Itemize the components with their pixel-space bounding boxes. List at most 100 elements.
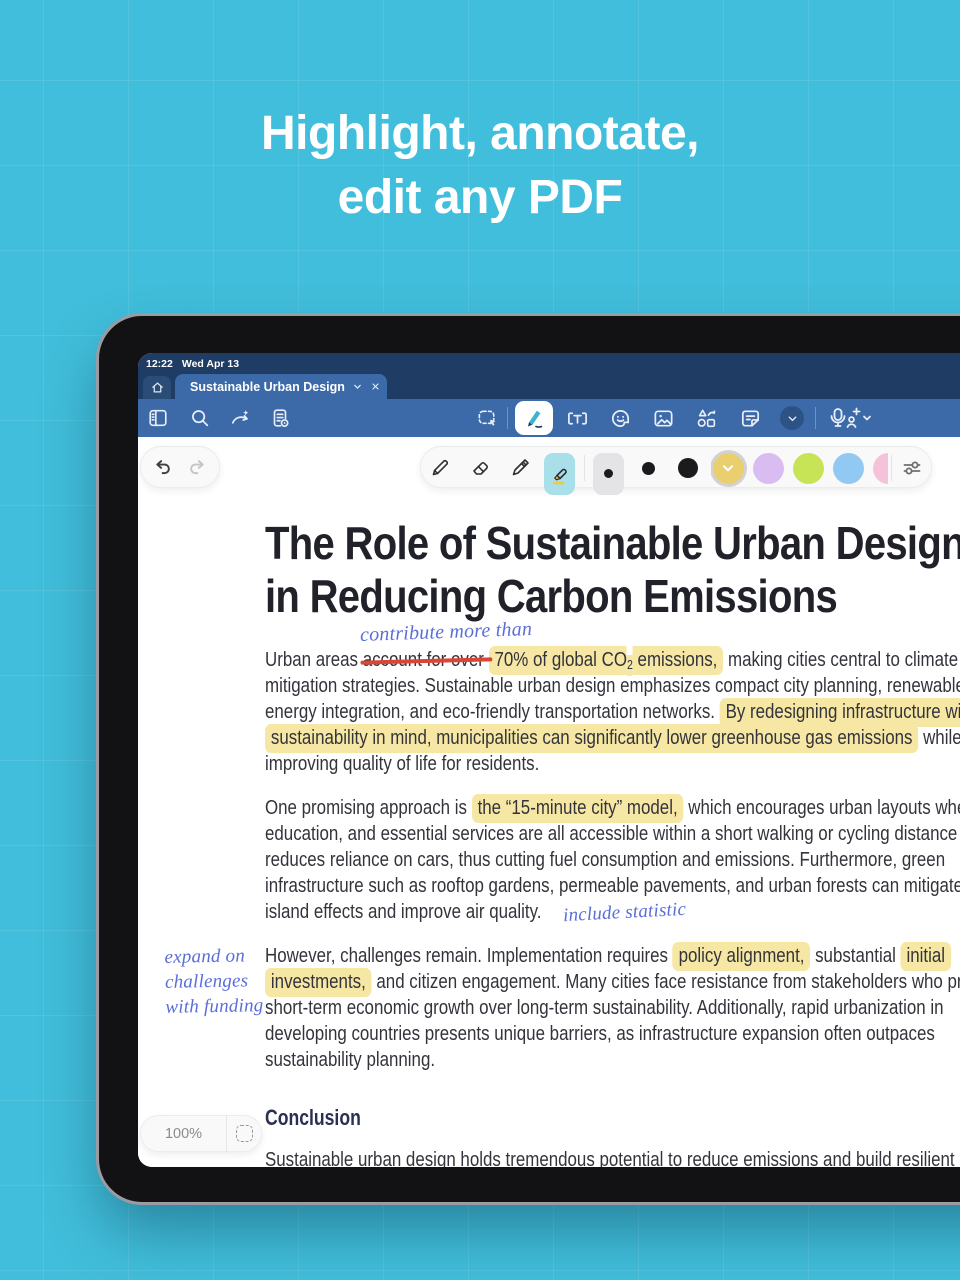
conclusion-heading: Conclusion: [265, 1105, 361, 1130]
sidebar-button[interactable]: [146, 406, 170, 430]
page-fit-button[interactable]: [227, 1125, 261, 1142]
doc-line: island effects and improve air quality.: [265, 901, 542, 923]
size-large[interactable]: [673, 447, 703, 489]
stroke-settings-button[interactable]: [895, 447, 929, 489]
text-tool-button[interactable]: [565, 406, 589, 430]
color-swatch-yellow[interactable]: [713, 452, 744, 484]
color-swatch-purple[interactable]: [753, 452, 784, 484]
redo-icon[interactable]: [186, 456, 208, 478]
doc-line: mitigation strategies. Sustainable urban…: [265, 675, 960, 697]
shapes-tool-button[interactable]: [694, 406, 718, 430]
paragraph: Urban areas account for over 70% of glob…: [265, 646, 960, 777]
document-area: The Role of Sustainable Urban Design in …: [138, 437, 960, 1167]
tab-close-icon[interactable]: [370, 381, 381, 392]
undo-redo-toolbar: [140, 446, 220, 488]
doc-line: However, challenges remain. Implementati…: [265, 942, 960, 971]
image-icon: [653, 409, 673, 427]
handwritten-margin-note: expand on challenges with funding: [164, 943, 263, 1020]
undo-icon[interactable]: [152, 456, 174, 478]
pen-tool-button-active[interactable]: [515, 401, 553, 435]
headline-line1: Highlight, annotate,: [261, 107, 699, 160]
doc-line: reduces reliance on cars, thus cutting f…: [265, 849, 946, 871]
annotation-toolbar: [420, 446, 932, 495]
doc-line: improving quality of life for residents.: [265, 753, 540, 775]
note-tool-button[interactable]: [738, 406, 762, 430]
main-toolbar: [138, 399, 960, 437]
reading-mode-button[interactable]: [268, 406, 292, 430]
status-date: Wed Apr 13: [181, 358, 240, 370]
tab-label: Sustainable Urban Design: [190, 379, 345, 394]
size-medium[interactable]: [634, 447, 662, 489]
tablet-device: 12:22 Wed Apr 13 Sustainable Urban Desig…: [96, 313, 960, 1205]
doc-line: education, and essential services are al…: [265, 823, 958, 845]
more-tools-button[interactable]: [780, 406, 804, 430]
zoom-value[interactable]: 100%: [141, 1126, 226, 1142]
annotation-divider: [584, 455, 585, 481]
note-line: challenges: [164, 970, 249, 993]
tune-sliders-icon: [903, 461, 921, 475]
record-audio-button[interactable]: [828, 406, 872, 430]
search-button[interactable]: [188, 406, 212, 430]
toolbar-divider: [815, 407, 816, 429]
fine-pen-icon: [512, 459, 529, 476]
home-icon: [151, 382, 163, 393]
status-bar: 12:22 Wed Apr 13: [138, 353, 960, 373]
chevron-down-icon[interactable]: [352, 381, 363, 392]
highlighter-icon: [552, 468, 567, 484]
size-small-active[interactable]: [593, 452, 624, 495]
tablet-screen: 12:22 Wed Apr 13 Sustainable Urban Desig…: [138, 353, 960, 1167]
headline-line2: edit any PDF: [337, 171, 623, 224]
note-icon: [741, 409, 759, 427]
status-time: 12:22: [146, 358, 173, 370]
shapes-icon: [697, 409, 715, 427]
document-view-icon: [273, 409, 289, 427]
ai-sparkle-arrow-icon: [231, 409, 248, 424]
color-swatch-pink[interactable]: [873, 452, 888, 484]
selected-check-icon: [722, 464, 734, 471]
tab-bar: Sustainable Urban Design: [138, 373, 960, 399]
doc-line: short-term economic growth over long-ter…: [265, 997, 944, 1019]
toolbar-divider: [507, 407, 508, 429]
paragraph: However, challenges remain. Implementati…: [265, 942, 960, 1073]
home-button[interactable]: [143, 376, 171, 399]
doc-line: Urban areas account for over 70% of glob…: [265, 646, 960, 676]
search-icon: [192, 410, 209, 427]
pen-icon: [528, 410, 543, 428]
image-tool-button[interactable]: [651, 406, 675, 430]
sticker-icon: [611, 409, 629, 427]
doc-line: developing countries presents unique bar…: [265, 1023, 935, 1045]
doc-line: One promising approach is the “15-minute…: [265, 794, 960, 823]
handwritten-note: contribute more than: [359, 618, 533, 646]
doc-line: energy integration, and eco-friendly tra…: [265, 698, 960, 727]
text-tool-icon: [567, 411, 587, 425]
zoom-control[interactable]: 100%: [140, 1115, 262, 1152]
document-title: The Role of Sustainable Urban Design in …: [265, 517, 960, 622]
lasso-select-button[interactable]: [475, 406, 499, 430]
struck-text: account for over: [362, 649, 484, 671]
fine-pen-tool[interactable]: [506, 447, 534, 489]
conclusion-paragraph: Sustainable urban design holds tremendou…: [265, 1149, 955, 1167]
color-swatches: [711, 447, 888, 489]
paragraph: One promising approach is the “15-minute…: [265, 794, 960, 925]
color-swatch-blue[interactable]: [833, 452, 864, 484]
sticker-tool-button[interactable]: [608, 406, 632, 430]
headline: Highlight, annotate, edit any PDF: [0, 102, 960, 230]
doc-line: sustainability planning.: [265, 1049, 436, 1071]
pen-tool[interactable]: [426, 447, 454, 489]
eraser-icon: [473, 462, 488, 475]
note-line: expand on: [164, 945, 246, 968]
ai-rewrite-button[interactable]: [228, 406, 252, 430]
highlighter-tool-active[interactable]: [544, 452, 575, 495]
annotation-divider: [891, 455, 892, 481]
sidebar-icon: [149, 409, 167, 427]
microphone-icon: [830, 407, 871, 428]
dotted-square-icon: [235, 1125, 253, 1142]
color-swatch-green[interactable]: [793, 452, 824, 484]
pen-tool-icon: [432, 459, 449, 476]
note-line: with funding: [165, 995, 264, 1018]
tab-active[interactable]: Sustainable Urban Design: [175, 374, 387, 399]
page: { "headline": { "line1": "Highlight, ann…: [0, 0, 960, 1280]
doc-line: investments, and citizen engagement. Man…: [265, 968, 960, 997]
eraser-tool[interactable]: [466, 447, 494, 489]
lasso-select-icon: [478, 409, 496, 426]
